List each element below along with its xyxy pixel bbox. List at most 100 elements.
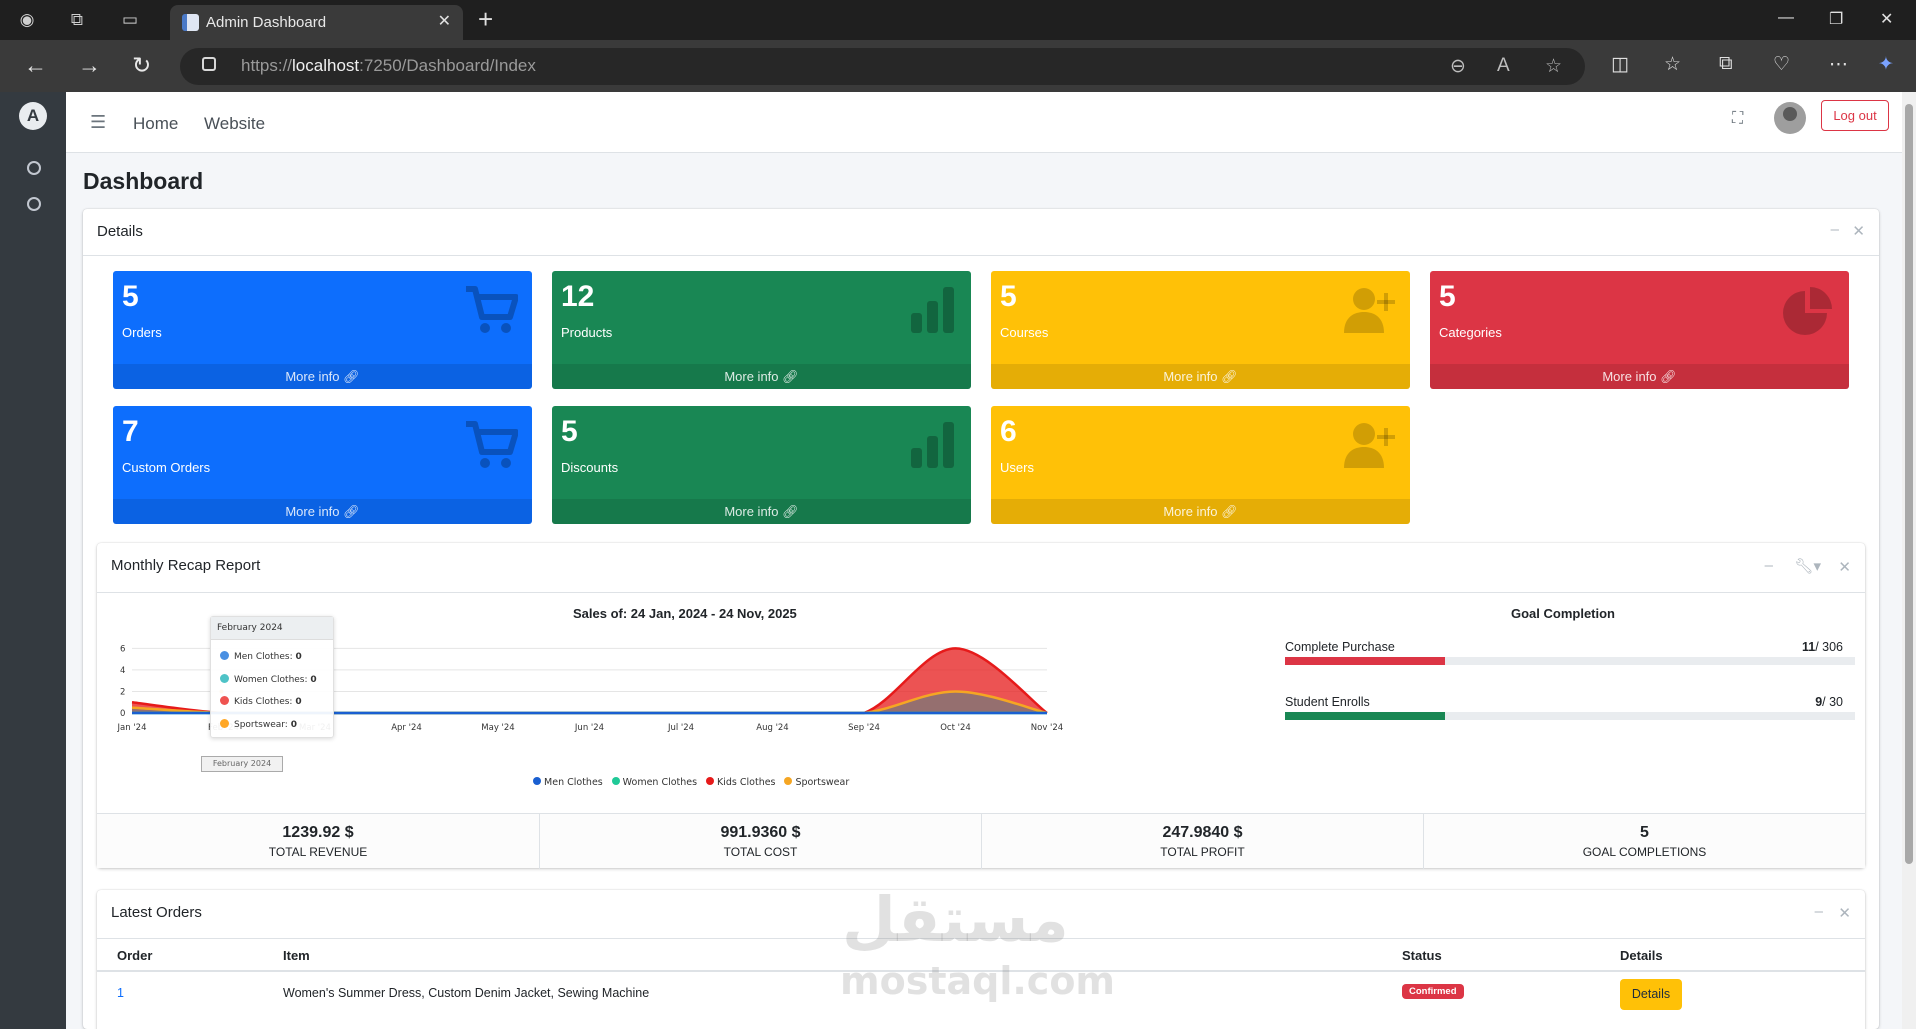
x-tick-label: Aug '24 <box>756 723 788 733</box>
close-window-icon[interactable]: ✕ <box>1880 9 1893 29</box>
categories-box: 5 Categories More info 🔗︎ <box>1430 271 1849 389</box>
nav-home-link[interactable]: Home <box>133 114 178 134</box>
fullscreen-icon[interactable]: ⛶ <box>1732 110 1743 128</box>
forward-icon[interactable]: → <box>78 52 101 79</box>
y-tick-label: 2 <box>120 687 125 697</box>
legend-kids-clothes[interactable]: Kids Clothes <box>705 777 776 788</box>
address-input[interactable]: https://localhost:7250/Dashboard/Index ⊖… <box>180 48 1585 85</box>
courses-count: 5 <box>1000 280 1017 313</box>
products-more-info-link[interactable]: More info 🔗︎ <box>552 364 971 389</box>
discounts-count: 5 <box>561 415 578 448</box>
legend-women-clothes[interactable]: Women Clothes <box>611 777 697 788</box>
browser-essentials-icon[interactable]: ♡ <box>1773 53 1790 76</box>
workspaces-icon[interactable]: ⧉ <box>64 8 90 32</box>
bar-chart-icon <box>909 420 957 475</box>
close-card-icon[interactable]: ✕ <box>1838 558 1851 576</box>
split-screen-icon[interactable]: ◫ <box>1611 53 1629 76</box>
x-tick-label: Sep '24 <box>848 723 880 733</box>
restore-icon[interactable]: ❐ <box>1829 9 1843 29</box>
sidebar-nav-icon-2[interactable] <box>27 197 41 211</box>
user-avatar[interactable] <box>1774 102 1806 134</box>
custom-orders-more-info-link[interactable]: More info 🔗︎ <box>113 499 532 524</box>
orders-more-info-link[interactable]: More info 🔗︎ <box>113 364 532 389</box>
zoom-icon[interactable]: ⊖ <box>1450 55 1466 78</box>
logout-button[interactable]: Log out <box>1821 100 1889 131</box>
collections-icon[interactable]: ⧉ <box>1719 53 1733 75</box>
order-items: Women's Summer Dress, Custom Denim Jacke… <box>283 986 650 1000</box>
recap-card: Monthly Recap Report – 🔧︎▾ ✕ Sales of: 2… <box>97 543 1865 869</box>
wrench-dropdown-icon[interactable]: 🔧︎▾ <box>1794 557 1821 575</box>
custom-orders-box: 7 Custom Orders More info 🔗︎ <box>113 406 532 524</box>
categories-label: Categories <box>1439 325 1502 340</box>
products-label: Products <box>561 325 613 340</box>
stat-total-cost: 991.9360 $ TOTAL COST <box>539 814 981 869</box>
favorites-icon[interactable]: ☆ <box>1664 53 1681 76</box>
column-status: Status <box>1402 948 1442 963</box>
courses-more-info-link[interactable]: More info 🔗︎ <box>991 364 1410 389</box>
users-more-info-link[interactable]: More info 🔗︎ <box>991 499 1410 524</box>
order-id-link[interactable]: 1 <box>117 986 124 1000</box>
tab-actions-icon[interactable]: ▭ <box>117 8 143 32</box>
y-tick-label: 4 <box>120 666 125 676</box>
browser-tab-bar: ◉ ⧉ ▭ Admin Dashboard ✕ + — ❐ ✕ <box>0 0 1916 40</box>
new-tab-button[interactable]: + <box>478 4 493 35</box>
top-navbar: ☰ Home Website ⛶ Log out <box>66 92 1902 153</box>
legend-sportswear[interactable]: Sportswear <box>784 777 849 788</box>
recap-stats-footer: 1239.92 $ TOTAL REVENUE 991.9360 $ TOTAL C… <box>97 813 1865 869</box>
crosshair-x-label: February 2024 <box>201 756 283 772</box>
brand-logo-icon[interactable]: A <box>19 102 47 130</box>
minimize-icon[interactable]: — <box>1778 9 1794 27</box>
legend-men-clothes[interactable]: Men Clothes <box>533 777 603 788</box>
back-icon[interactable]: ← <box>24 52 47 79</box>
active-tab[interactable]: Admin Dashboard ✕ <box>170 5 463 40</box>
profile-icon[interactable]: ◉ <box>14 8 40 32</box>
nav-website-link[interactable]: Website <box>204 114 265 134</box>
bar-chart-icon <box>909 285 957 340</box>
user-plus-icon <box>1344 420 1396 475</box>
x-tick-label: Apr '24 <box>391 723 422 733</box>
copilot-icon[interactable]: ✦ <box>1878 53 1894 76</box>
x-tick-label: Jan '24 <box>117 723 146 733</box>
watermark-arabic: مستقل <box>842 883 1069 956</box>
read-aloud-icon[interactable]: A <box>1497 55 1510 77</box>
goal-progress-fill <box>1285 657 1445 665</box>
watermark-latin: mostaql.com <box>840 959 1116 1003</box>
collapse-icon[interactable]: – <box>1765 557 1773 574</box>
stat-total-profit: 247.9840 $ TOTAL PROFIT <box>981 814 1423 869</box>
column-details: Details <box>1620 948 1663 963</box>
categories-count: 5 <box>1439 280 1456 313</box>
refresh-icon[interactable]: ↻ <box>132 52 151 79</box>
details-button[interactable]: Details <box>1620 979 1682 1010</box>
details-card-title: Details <box>97 223 143 240</box>
chart-legend: Men Clothes Women Clothes Kids Clothes S… <box>533 772 849 790</box>
orders-card-title: Latest Orders <box>111 904 202 921</box>
stat-goal-completions: 5 GOAL COMPLETIONS <box>1423 814 1865 869</box>
favorite-star-icon[interactable]: ☆ <box>1545 55 1562 78</box>
products-count: 12 <box>561 280 595 313</box>
goal-progress-purchase <box>1285 657 1855 665</box>
collapse-icon[interactable]: – <box>1831 221 1839 238</box>
close-tab-icon[interactable]: ✕ <box>438 11 451 31</box>
menu-toggle-icon[interactable]: ☰ <box>90 112 106 133</box>
custom-orders-count: 7 <box>122 415 139 448</box>
products-box: 12 Products More info 🔗︎ <box>552 271 971 389</box>
collapse-icon[interactable]: – <box>1815 903 1823 920</box>
scrollbar-thumb[interactable] <box>1905 104 1913 864</box>
tab-title: Admin Dashboard <box>206 14 327 31</box>
goal-progress-fill <box>1285 712 1445 720</box>
close-card-icon[interactable]: ✕ <box>1852 222 1865 240</box>
goal-label-enrolls: Student Enrolls <box>1285 695 1370 709</box>
categories-more-info-link[interactable]: More info 🔗︎ <box>1430 364 1849 389</box>
close-card-icon[interactable]: ✕ <box>1838 904 1851 922</box>
sidebar-nav-icon-1[interactable] <box>27 161 41 175</box>
chart-tooltip: February 2024 Men Clothes: 0 Women Cloth… <box>210 616 334 738</box>
page-scrollbar[interactable] <box>1902 92 1916 1029</box>
discounts-more-info-link[interactable]: More info 🔗︎ <box>552 499 971 524</box>
courses-label: Courses <box>1000 325 1049 340</box>
page-title: Dashboard <box>83 168 204 194</box>
recap-card-title: Monthly Recap Report <box>111 557 261 574</box>
x-tick-label: Jul '24 <box>667 723 694 733</box>
page-viewport: A ☰ Home Website ⛶ Log out Dashboard Det… <box>0 92 1916 1029</box>
more-menu-icon[interactable]: ⋯ <box>1829 53 1848 76</box>
user-plus-icon <box>1344 285 1396 340</box>
